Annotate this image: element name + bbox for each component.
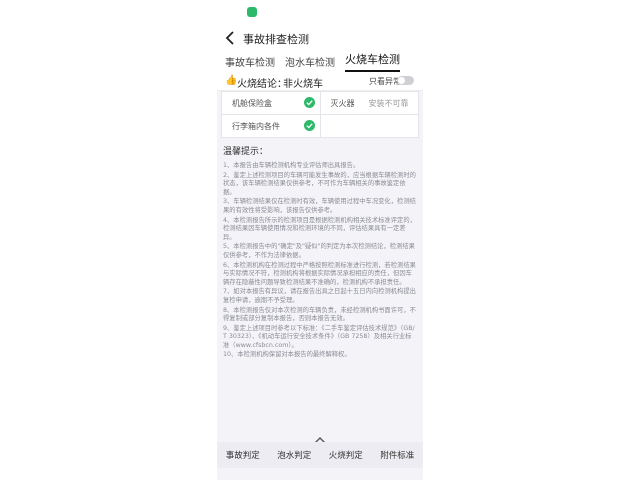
- check-icon: [304, 97, 315, 108]
- notice-paragraph: 5、本检测报告中的"确定"及"疑似"的判定为本次检测结论，检测结果仅供参考，不作…: [223, 243, 415, 259]
- notice-paragraph: 10、本检测机构保留对本报告的最终解释权。: [223, 351, 351, 359]
- notice-paragraph: 9、鉴定上述项目时参考以下标准：《二手车鉴定评估技术规范》（GB/T 30323…: [223, 324, 415, 349]
- table-row: 行李箱内各件: [222, 115, 418, 137]
- table-cell: [319, 115, 419, 137]
- tab-accident[interactable]: 事故车检测: [225, 54, 275, 72]
- check-icon: [304, 120, 315, 131]
- toggle-knob: [398, 77, 405, 84]
- cell-status: 安装不可靠: [368, 99, 409, 108]
- page-title: 事故排查检测: [243, 33, 309, 46]
- notice-paragraph: 4、本检测报告所示的检测项目是根据检测机构相关技术标准评定的，检测结果因车辆使用…: [223, 216, 416, 241]
- notice-paragraph: 1、本报告由车辆检测机构专业评估师出具报告。: [223, 162, 360, 169]
- table-cell: 行李箱内各件: [222, 115, 320, 137]
- back-arrow-icon[interactable]: [223, 30, 239, 46]
- app-notification-icon: [247, 7, 257, 17]
- tab-fire[interactable]: 火烧车检测: [345, 51, 400, 72]
- bottom-tab-flood[interactable]: 泡水判定: [277, 449, 311, 461]
- notice-title: 温馨提示：: [223, 147, 269, 157]
- tab-bar: 事故车检测 泡水车检测 火烧车检测: [217, 52, 423, 72]
- table-cell: 灭火器 安装不可靠: [319, 92, 419, 114]
- notice-section: 温馨提示： 1、本报告由车辆检测机构专业评估师出具报告。 2、鉴定上述检测项目的…: [217, 138, 423, 360]
- bottom-tab-accident[interactable]: 事故判定: [226, 449, 260, 461]
- tab-flood[interactable]: 泡水车检测: [285, 54, 335, 72]
- table-row: 机舱保险盒 灭火器 安装不可靠: [222, 92, 418, 115]
- notice-paragraph: 6、本检测机构在检测过程中严格按照检测标准进行检测，若检测结果与实际情况不符，检…: [223, 261, 416, 286]
- check-table: 机舱保险盒 灭火器 安装不可靠 行李箱内各件: [221, 91, 419, 138]
- cell-label: 灭火器: [330, 99, 355, 108]
- result-label: 火烧结论：: [237, 79, 287, 90]
- notice-paragraph: 3、车辆检测结果仅在检测时有效，车辆使用过程中车况变化，检测结果的有效性将受影响…: [223, 198, 416, 214]
- thumbs-up-icon: 👍: [225, 75, 238, 86]
- result-value: 非火烧车: [283, 79, 323, 90]
- app-header: 事故排查检测: [217, 26, 423, 52]
- table-cell: 机舱保险盒: [222, 92, 320, 114]
- bottom-tab-fire[interactable]: 火烧判定: [329, 449, 363, 461]
- notice-paragraph: 7、如对本报告有异议，请在报告出具之日起十五日内向检测机构提出复检申请，逾期不予…: [223, 288, 416, 304]
- status-bar: [217, 0, 423, 26]
- bottom-tab-bar: 事故判定 泡水判定 火烧判定 附件标准: [217, 442, 423, 468]
- result-bar: 👍 火烧结论： 非火烧车 只看异常: [217, 72, 423, 91]
- phone-screen: 事故排查检测 事故车检测 泡水车检测 火烧车检测 👍 火烧结论： 非火烧车 只看…: [217, 0, 423, 480]
- notice-paragraph: 2、鉴定上述检测项目的车辆可能发生事故的，应当根据车辆检测时的状态，该车辆检测结…: [223, 171, 416, 196]
- only-abnormal-toggle[interactable]: [397, 76, 414, 85]
- notice-paragraph: 8、本检测报告仅对本次检测的车辆负责，未经检测机构书面许可，不得复制或部分复制本…: [223, 306, 416, 323]
- bottom-tab-attachments[interactable]: 附件标准: [380, 449, 414, 461]
- cell-label: 机舱保险盒: [232, 99, 272, 108]
- cell-label: 行李箱内各件: [232, 122, 280, 131]
